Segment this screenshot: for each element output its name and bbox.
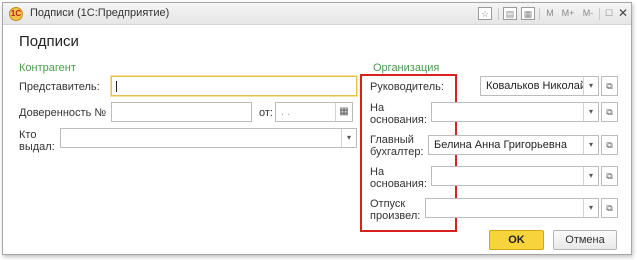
- memory-plus-button[interactable]: M+: [559, 7, 577, 20]
- date-from-label: от:: [259, 107, 273, 119]
- open-icon[interactable]: ⧉: [601, 102, 618, 122]
- document-icon[interactable]: ▤: [503, 7, 517, 20]
- memory-m-button[interactable]: M: [543, 7, 557, 20]
- representative-input[interactable]: [111, 76, 357, 96]
- representative-label: Представитель:: [19, 81, 100, 93]
- calendar-icon[interactable]: ▦: [335, 103, 352, 121]
- chevron-down-icon[interactable]: ▾: [583, 199, 598, 217]
- chevron-down-icon[interactable]: ▾: [583, 103, 598, 121]
- 1c-logo-icon: 1С: [9, 7, 23, 21]
- basis2-label: На основания:: [370, 166, 427, 190]
- issued-by-select[interactable]: ▾: [60, 128, 357, 148]
- released-by-select[interactable]: ▾: [425, 198, 599, 218]
- issued-by-label: Кто выдал:: [19, 129, 55, 153]
- text-cursor: [116, 81, 117, 92]
- maximize-icon[interactable]: ☐: [602, 7, 616, 20]
- chief-accountant-select[interactable]: Белина Анна Григорьевна ▾: [428, 135, 599, 155]
- organization-heading: Организация: [373, 62, 440, 74]
- basis1-select[interactable]: ▾: [431, 102, 599, 122]
- title-bar: 1С Подписи (1С:Предприятие) ☆ ▤ ▦ M M+ M…: [3, 3, 631, 25]
- kontragent-heading: Контрагент: [19, 62, 76, 74]
- chevron-down-icon[interactable]: ▾: [341, 129, 356, 147]
- manager-label: Руководитель:: [370, 81, 444, 93]
- open-icon[interactable]: ⧉: [601, 166, 618, 186]
- dialog-window: 1С Подписи (1С:Предприятие) ☆ ▤ ▦ M M+ M…: [2, 2, 632, 255]
- date-input[interactable]: . . ▦: [275, 102, 353, 122]
- chief-accountant-label: Главный бухгалтер:: [370, 134, 424, 158]
- ok-button[interactable]: OK: [489, 230, 544, 250]
- power-of-attorney-input[interactable]: [111, 102, 252, 122]
- memory-minus-button[interactable]: M-: [579, 7, 597, 20]
- released-by-label: Отпуск произвел:: [370, 198, 421, 222]
- basis2-select[interactable]: ▾: [431, 166, 599, 186]
- basis1-label: На основания:: [370, 102, 427, 126]
- chevron-down-icon[interactable]: ▾: [583, 77, 598, 95]
- close-icon[interactable]: ✕: [616, 7, 630, 20]
- open-icon[interactable]: ⧉: [601, 76, 618, 96]
- manager-select[interactable]: Ковальков Николай ▾: [480, 76, 599, 96]
- power-of-attorney-label: Доверенность №: [19, 107, 107, 119]
- chevron-down-icon[interactable]: ▾: [583, 136, 598, 154]
- calculator-icon[interactable]: ▦: [521, 7, 535, 20]
- open-icon[interactable]: ⧉: [601, 135, 618, 155]
- form-title: Подписи: [19, 33, 79, 50]
- open-icon[interactable]: ⧉: [601, 198, 618, 218]
- window-title: Подписи (1С:Предприятие): [30, 7, 170, 19]
- cancel-button[interactable]: Отмена: [553, 230, 617, 250]
- chevron-down-icon[interactable]: ▾: [583, 167, 598, 185]
- favorite-star-icon[interactable]: ☆: [478, 7, 492, 20]
